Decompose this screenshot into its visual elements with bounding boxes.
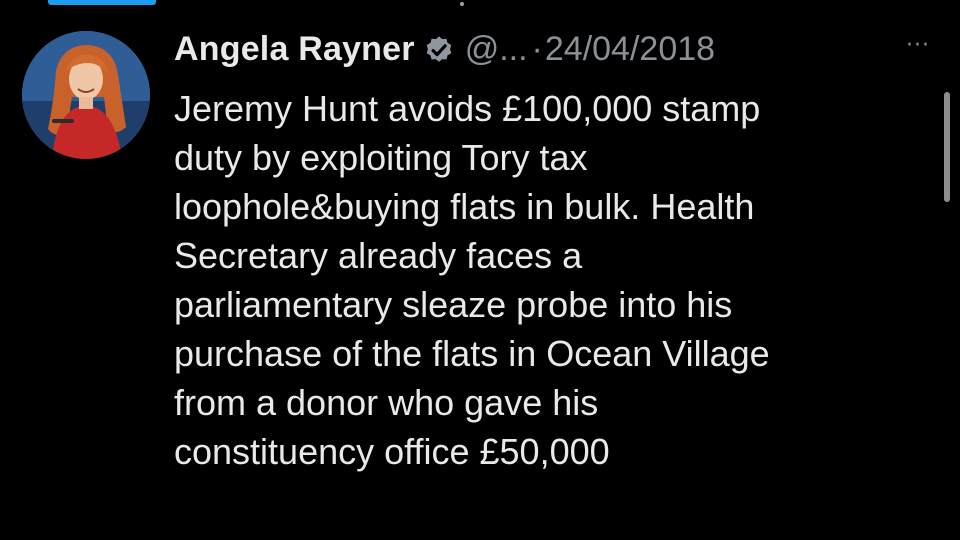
tweet-text-line: purchase of the flats in Ocean Village xyxy=(174,333,770,374)
tweet-text-line: Jeremy Hunt avoids £100,000 stamp xyxy=(174,88,761,129)
tweet-text: Jeremy Hunt avoids £100,000 stamp duty b… xyxy=(174,84,914,476)
tweet-text-line: Secretary already faces a xyxy=(174,235,583,276)
avatar-image xyxy=(22,31,150,159)
avatar[interactable] xyxy=(22,31,150,159)
tweet-text-line: from a donor who gave his xyxy=(174,382,599,423)
author-name[interactable]: Angela Rayner xyxy=(174,30,415,69)
tweet-text-line: constituency office £50,000 xyxy=(174,431,610,472)
tweet-date[interactable]: 24/04/2018 xyxy=(545,30,715,69)
separator-dot xyxy=(460,2,464,6)
tweet-header: Angela Rayner @... · 24/04/2018 xyxy=(174,26,715,72)
tweet-screenshot: Angela Rayner @... · 24/04/2018 ··· Jere… xyxy=(0,0,960,540)
verified-badge-icon xyxy=(423,33,455,65)
header-separator: · xyxy=(531,29,543,68)
tweet-text-line: parliamentary sleaze probe into his xyxy=(174,284,733,325)
more-horizontal-icon: ··· xyxy=(906,33,930,58)
more-options-button[interactable]: ··· xyxy=(898,32,938,60)
scrollbar-thumb[interactable] xyxy=(944,92,950,202)
tweet-text-line: loophole&buying flats in bulk. Health xyxy=(174,186,755,227)
tweet-text-line: duty by exploiting Tory tax xyxy=(174,137,588,178)
author-handle[interactable]: @... xyxy=(465,30,528,69)
active-tab-indicator xyxy=(48,0,156,5)
